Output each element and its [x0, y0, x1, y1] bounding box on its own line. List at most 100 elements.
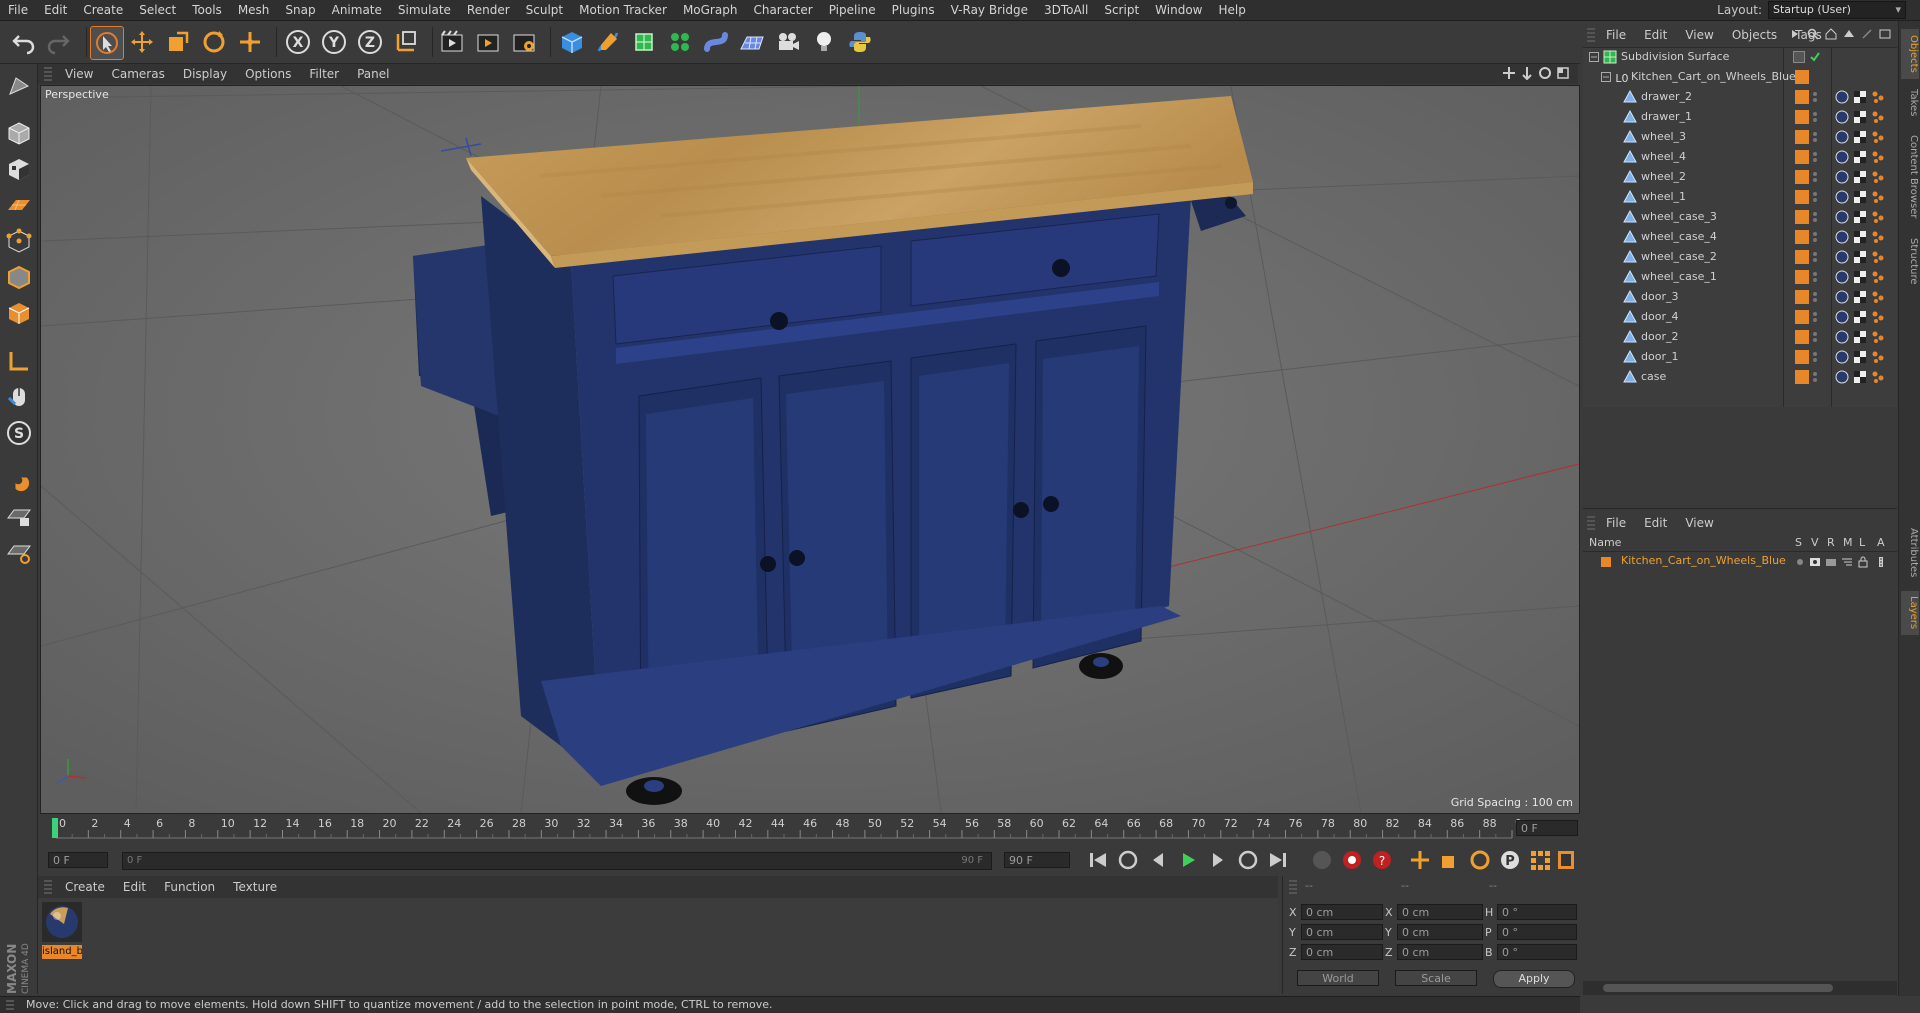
- visibility-dots-icon[interactable]: [1811, 270, 1819, 284]
- material-menu-function[interactable]: Function: [155, 880, 224, 894]
- menu-tools[interactable]: Tools: [184, 0, 230, 20]
- layer-color-swatch[interactable]: [1795, 370, 1809, 384]
- coord-rot-p-field[interactable]: 0 °: [1497, 924, 1577, 940]
- key-rotation-icon[interactable]: [1468, 848, 1492, 872]
- python-icon[interactable]: [844, 26, 876, 58]
- frame-range-slider[interactable]: 0 F 90 F: [122, 852, 992, 870]
- layer-color-swatch[interactable]: [1795, 350, 1809, 364]
- quantize-icon[interactable]: [4, 538, 34, 568]
- coord-pos-x-field[interactable]: 0 cm: [1301, 904, 1383, 920]
- menu-mesh[interactable]: Mesh: [230, 0, 278, 20]
- deformer-icon[interactable]: [700, 26, 732, 58]
- panel-grip-icon[interactable]: [1289, 880, 1297, 894]
- phong-tag-icon[interactable]: [1871, 190, 1885, 204]
- visibility-dots-icon[interactable]: [1811, 110, 1819, 124]
- material-tag-icon[interactable]: [1835, 110, 1849, 124]
- object-row[interactable]: wheel_1: [1583, 187, 1897, 207]
- menu-pipeline[interactable]: Pipeline: [821, 0, 884, 20]
- y-axis-lock-icon[interactable]: Y: [318, 26, 350, 58]
- key-parameter-icon[interactable]: P: [1498, 848, 1522, 872]
- material-tag-icon[interactable]: [1835, 90, 1849, 104]
- menu-render[interactable]: Render: [459, 0, 518, 20]
- visibility-dots-icon[interactable]: [1811, 350, 1819, 364]
- material-tag-icon[interactable]: [1835, 270, 1849, 284]
- texture-tag-icon[interactable]: [1853, 270, 1867, 284]
- model-mode-icon[interactable]: [4, 118, 34, 148]
- lm-menu-view[interactable]: View: [1676, 516, 1722, 530]
- pan-view-icon[interactable]: [1502, 66, 1516, 80]
- phong-tag-icon[interactable]: [1871, 290, 1885, 304]
- menu-window[interactable]: Window: [1147, 0, 1210, 20]
- live-selection-icon[interactable]: [90, 26, 124, 60]
- enabled-check-icon[interactable]: [1809, 51, 1821, 63]
- object-row[interactable]: wheel_2: [1583, 167, 1897, 187]
- lock-icon[interactable]: [1857, 556, 1869, 568]
- object-row[interactable]: door_2: [1583, 327, 1897, 347]
- coord-size-z-field[interactable]: 0 cm: [1397, 944, 1483, 960]
- material-tag-icon[interactable]: [1835, 350, 1849, 364]
- material-item[interactable]: island_b: [42, 902, 82, 960]
- texture-tag-icon[interactable]: [1853, 230, 1867, 244]
- layer-color-swatch[interactable]: [1795, 190, 1809, 204]
- record-keys-icon[interactable]: [1340, 848, 1364, 872]
- layer-color-swatch[interactable]: [1795, 210, 1809, 224]
- layout-select[interactable]: Startup (User): [1768, 1, 1906, 19]
- menu-mograph[interactable]: MoGraph: [675, 0, 746, 20]
- motion-record-icon[interactable]: [1310, 848, 1334, 872]
- object-row[interactable]: door_4: [1583, 307, 1897, 327]
- object-row[interactable]: wheel_case_3: [1583, 207, 1897, 227]
- viewport-menu-options[interactable]: Options: [236, 67, 300, 81]
- phong-tag-icon[interactable]: [1871, 170, 1885, 184]
- coord-rot-b-field[interactable]: 0 °: [1497, 944, 1577, 960]
- layer-color-swatch[interactable]: [1601, 557, 1611, 567]
- polygons-mode-icon[interactable]: [4, 298, 34, 328]
- texture-tag-icon[interactable]: [1853, 310, 1867, 324]
- material-menu-edit[interactable]: Edit: [114, 880, 155, 894]
- texture-tag-icon[interactable]: [1853, 290, 1867, 304]
- key-position-icon[interactable]: [1408, 848, 1432, 872]
- animation-toggle-icon[interactable]: [1875, 556, 1887, 568]
- phong-tag-icon[interactable]: [1871, 150, 1885, 164]
- panel-grip-icon[interactable]: [44, 67, 52, 81]
- texture-tag-icon[interactable]: [1853, 110, 1867, 124]
- material-tag-icon[interactable]: [1835, 330, 1849, 344]
- layer-color-swatch[interactable]: [1795, 330, 1809, 344]
- visibility-dots-icon[interactable]: [1811, 310, 1819, 324]
- material-menu-texture[interactable]: Texture: [224, 880, 286, 894]
- layer-color-swatch[interactable]: [1795, 170, 1809, 184]
- zoom-view-icon[interactable]: [1520, 66, 1534, 80]
- material-tag-icon[interactable]: [1835, 130, 1849, 144]
- transform-tool-icon[interactable]: [234, 26, 266, 58]
- visibility-dots-icon[interactable]: [1811, 290, 1819, 304]
- visibility-dots-icon[interactable]: [1811, 150, 1819, 164]
- object-row-group[interactable]: L0 Kitchen_Cart_on_Wheels_Blue: [1583, 67, 1897, 87]
- lm-menu-file[interactable]: File: [1597, 516, 1635, 530]
- visible-eye-icon[interactable]: [1809, 556, 1821, 568]
- visibility-dots-icon[interactable]: [1811, 90, 1819, 104]
- object-row[interactable]: wheel_case_1: [1583, 267, 1897, 287]
- new-window-icon[interactable]: [1879, 28, 1891, 40]
- axis-mode-icon[interactable]: [4, 346, 34, 376]
- texture-tag-icon[interactable]: [1853, 190, 1867, 204]
- phong-tag-icon[interactable]: [1871, 330, 1885, 344]
- phong-tag-icon[interactable]: [1871, 270, 1885, 284]
- x-axis-lock-icon[interactable]: X: [282, 26, 314, 58]
- menu-create[interactable]: Create: [75, 0, 131, 20]
- visibility-dots-icon[interactable]: [1811, 170, 1819, 184]
- render-toggle-icon[interactable]: [1825, 556, 1837, 568]
- render-settings-icon[interactable]: [508, 26, 540, 58]
- viewport-menu-cameras[interactable]: Cameras: [102, 67, 173, 81]
- texture-tag-icon[interactable]: [1853, 90, 1867, 104]
- viewport-menu-panel[interactable]: Panel: [348, 67, 398, 81]
- key-scale-icon[interactable]: [1438, 848, 1462, 872]
- layer-name[interactable]: Kitchen_Cart_on_Wheels_Blue: [1621, 554, 1786, 567]
- lock-workplane-icon[interactable]: [4, 502, 34, 532]
- tab-layers[interactable]: Layers: [1901, 591, 1919, 635]
- timeline-ruler[interactable]: 0 2 4 6 8 10 12 14 16 18 20 22 24 26 28 30 32 34 36 38 40 42 4…: [40, 814, 1580, 842]
- menu-script[interactable]: Script: [1096, 0, 1147, 20]
- menu-vray-bridge[interactable]: V-Ray Bridge: [943, 0, 1036, 20]
- menu-3dtoall[interactable]: 3DToAll: [1036, 0, 1096, 20]
- layer-color-swatch[interactable]: [1795, 290, 1809, 304]
- menu-file[interactable]: File: [0, 0, 36, 20]
- layer-scrollbar[interactable]: [1583, 981, 1897, 995]
